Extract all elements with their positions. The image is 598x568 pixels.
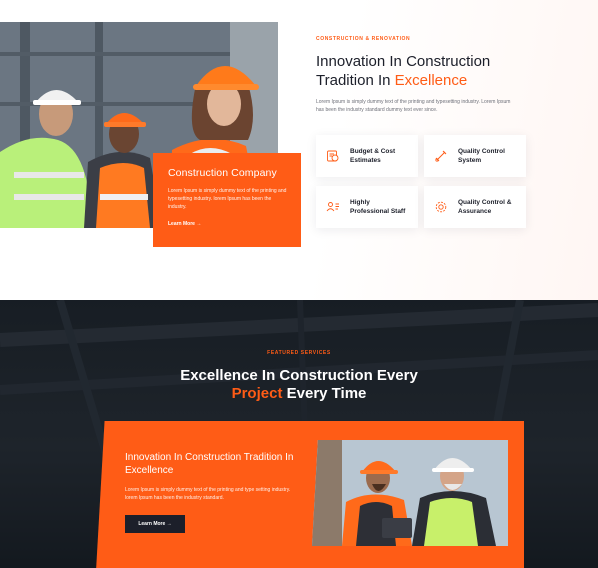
panel-title: Innovation In Construction Tradition In … bbox=[125, 452, 294, 476]
headline-line-2: Tradition In bbox=[316, 72, 391, 89]
services-headline-line-1: Excellence In Construction Every bbox=[180, 367, 418, 384]
feature-card-quality-system[interactable]: Quality Control System bbox=[424, 135, 526, 177]
engineers-photo bbox=[312, 440, 508, 546]
feature-label: Highly Professional Staff bbox=[350, 199, 406, 215]
feature-card-budget[interactable]: Budget & Cost Estimates bbox=[316, 135, 418, 177]
learn-more-button[interactable]: Learn More → bbox=[125, 515, 185, 533]
card-title: Construction Company bbox=[168, 167, 277, 179]
section-eyebrow: CONSTRUCTION & RENOVATION bbox=[316, 36, 411, 42]
services-headline-accent: Project bbox=[231, 385, 283, 402]
feature-card-assurance[interactable]: Quality Control & Assurance bbox=[424, 186, 526, 228]
feature-label: Quality Control System bbox=[458, 148, 505, 164]
service-panel: Innovation In Construction Tradition In … bbox=[96, 421, 524, 568]
card-text: Lorem Ipsum is simply dummy text of the … bbox=[168, 188, 287, 210]
about-section: Construction Company Lorem Ipsum is simp… bbox=[0, 0, 598, 300]
budget-icon bbox=[327, 150, 339, 162]
headline-accent: Excellence bbox=[394, 72, 468, 89]
staff-icon bbox=[326, 202, 339, 212]
services-eyebrow: FEATURED SERVICES bbox=[267, 350, 331, 356]
section-intro: Lorem Ipsum is simply dummy text of the … bbox=[316, 99, 511, 113]
feature-label: Quality Control & Assurance bbox=[458, 199, 512, 215]
featured-services-section: FEATURED SERVICES Excellence In Construc… bbox=[0, 300, 598, 568]
feature-label: Budget & Cost Estimates bbox=[350, 148, 396, 164]
learn-more-link[interactable]: Learn More → bbox=[168, 221, 201, 227]
headline-line-1: Innovation In Construction bbox=[316, 53, 491, 70]
section-headline: Innovation In Construction Tradition In … bbox=[316, 52, 536, 90]
gear-icon bbox=[435, 201, 447, 213]
construction-company-card: Construction Company Lorem Ipsum is simp… bbox=[153, 153, 301, 247]
services-headline-line-2: Every Time bbox=[286, 385, 367, 402]
feature-card-staff[interactable]: Highly Professional Staff bbox=[316, 186, 418, 228]
panel-text: Lorem Ipsum is simply dummy text of the … bbox=[125, 487, 291, 501]
tools-icon bbox=[435, 150, 447, 162]
services-headline: Excellence In Construction Every Project… bbox=[0, 367, 598, 403]
